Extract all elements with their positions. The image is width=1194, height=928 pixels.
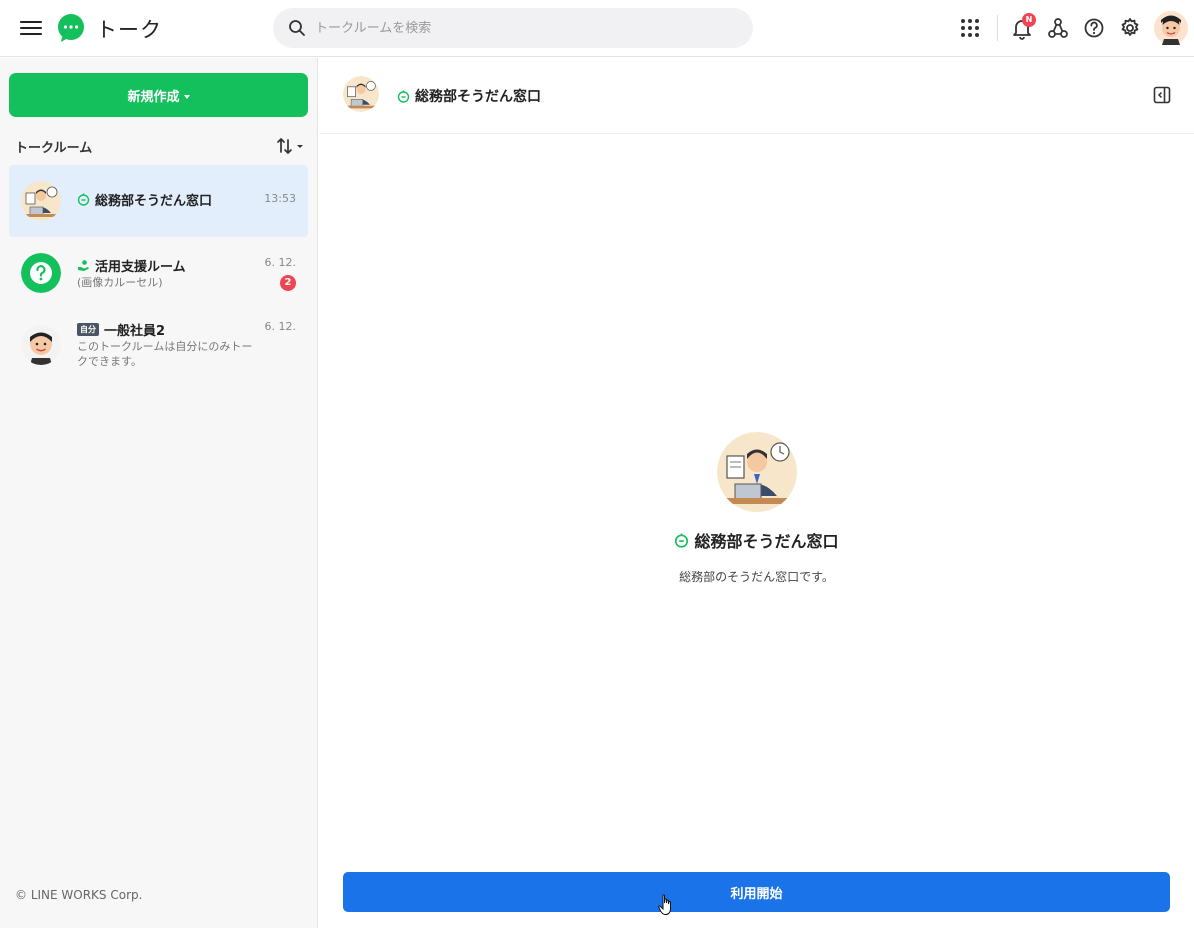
new-create-button[interactable]: 新規作成 bbox=[9, 73, 308, 117]
section-title-talkrooms: トークルーム bbox=[15, 141, 93, 156]
room-name: 総務部そうだん窓口 bbox=[95, 194, 213, 209]
new-create-label: 新規作成 bbox=[127, 89, 180, 105]
bot-icon bbox=[675, 533, 689, 548]
side-panel-toggle-icon[interactable] bbox=[1152, 85, 1172, 105]
sort-icon[interactable] bbox=[275, 136, 307, 156]
org-chart-icon[interactable] bbox=[1044, 14, 1072, 42]
sidebar: 新規作成 トークルーム 総務部そうだん窓口 13:53 活用支援ルーム 6. 1… bbox=[0, 58, 318, 928]
room-name: 活用支援ルーム bbox=[95, 260, 186, 275]
room-last-message: (画像カルーセル) bbox=[77, 276, 163, 289]
room-avatar bbox=[21, 325, 61, 365]
room-name-row: 自分 一般社員2 bbox=[77, 320, 165, 339]
room-last-message: このトークルームは自分にのみトークできます。 bbox=[77, 340, 253, 368]
search-input[interactable] bbox=[315, 8, 735, 48]
room-item-ippan[interactable]: 自分 一般社員2 6. 12. このトークルームは自分にのみトークできます。 bbox=[9, 309, 308, 389]
room-time: 6. 12. bbox=[264, 320, 297, 333]
room-time: 13:53 bbox=[264, 192, 296, 205]
help-room-avatar bbox=[21, 253, 61, 293]
bot-icon bbox=[397, 90, 410, 103]
talk-logo-icon bbox=[58, 14, 84, 42]
help-icon[interactable] bbox=[1080, 14, 1108, 42]
room-name-row: 活用支援ルーム bbox=[77, 256, 186, 275]
hand-support-icon bbox=[78, 260, 89, 271]
room-header: 総務部そうだん窓口 bbox=[319, 58, 1194, 134]
notification-badge: N bbox=[1022, 13, 1036, 27]
room-name: 一般社員2 bbox=[104, 324, 166, 339]
room-avatar bbox=[21, 181, 61, 221]
user-avatar[interactable] bbox=[1154, 11, 1188, 45]
main-panel: 総務部そうだん窓口 総務部そうだん窓口 総務部のそうだん窓口です。 利用開始 bbox=[319, 58, 1194, 928]
bot-profile: 総務部そうだん窓口 総務部のそうだん窓口です。 bbox=[319, 432, 1194, 585]
profile-avatar bbox=[716, 432, 797, 512]
profile-name: 総務部そうだん窓口 bbox=[694, 532, 839, 551]
unread-badge: 2 bbox=[280, 275, 296, 291]
caret-down-icon bbox=[183, 95, 190, 99]
room-item-katsuyou[interactable]: 活用支援ルーム 6. 12. (画像カルーセル) 2 bbox=[9, 237, 308, 309]
room-item-soumu[interactable]: 総務部そうだん窓口 13:53 bbox=[9, 165, 308, 237]
menu-icon[interactable] bbox=[20, 17, 42, 39]
hand-cursor-icon bbox=[658, 894, 671, 915]
toolbar-divider bbox=[997, 15, 998, 41]
copyright: © LINE WORKS Corp. bbox=[15, 888, 143, 902]
bot-icon bbox=[77, 193, 90, 206]
self-tag: 自分 bbox=[77, 323, 99, 336]
room-name-row: 総務部そうだん窓口 bbox=[77, 190, 212, 209]
gear-icon[interactable] bbox=[1116, 14, 1144, 42]
room-title: 総務部そうだん窓口 bbox=[415, 89, 541, 105]
room-avatar[interactable] bbox=[343, 76, 379, 112]
app-title: トーク bbox=[96, 18, 162, 42]
search-icon bbox=[289, 20, 305, 36]
top-bar: トーク N bbox=[0, 0, 1194, 57]
start-using-button[interactable]: 利用開始 bbox=[343, 872, 1170, 912]
room-time: 6. 12. bbox=[264, 256, 297, 269]
apps-grid-icon[interactable] bbox=[956, 14, 984, 42]
room-title-row: 総務部そうだん窓口 bbox=[397, 86, 541, 106]
profile-name-row: 総務部そうだん窓口 bbox=[319, 528, 1194, 552]
search-bar[interactable] bbox=[273, 8, 753, 48]
profile-description: 総務部のそうだん窓口です。 bbox=[679, 570, 834, 584]
